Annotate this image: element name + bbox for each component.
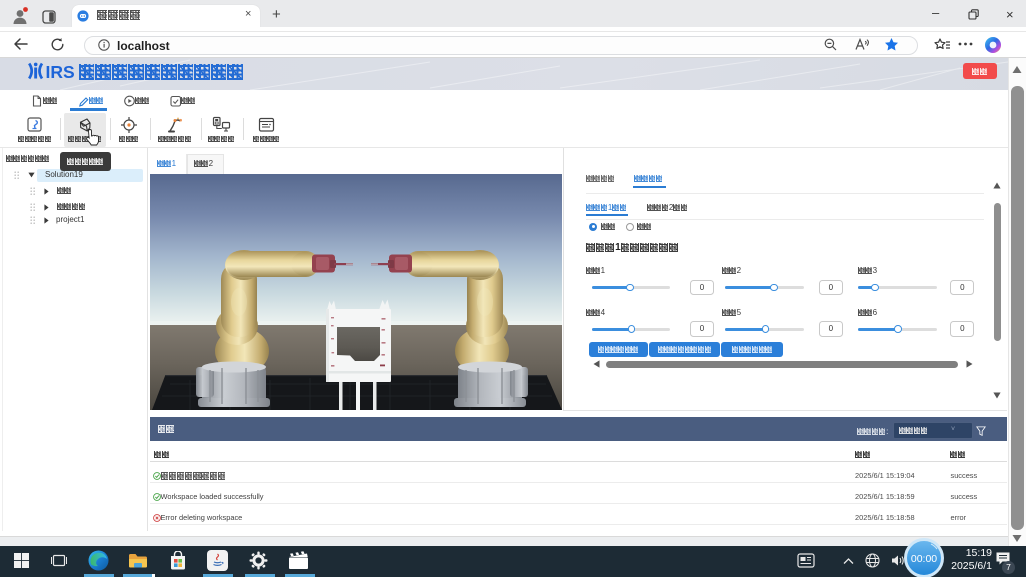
svg-text:00:00: 00:00 [911, 553, 937, 565]
svg-text:IRS: IRS [46, 62, 75, 82]
